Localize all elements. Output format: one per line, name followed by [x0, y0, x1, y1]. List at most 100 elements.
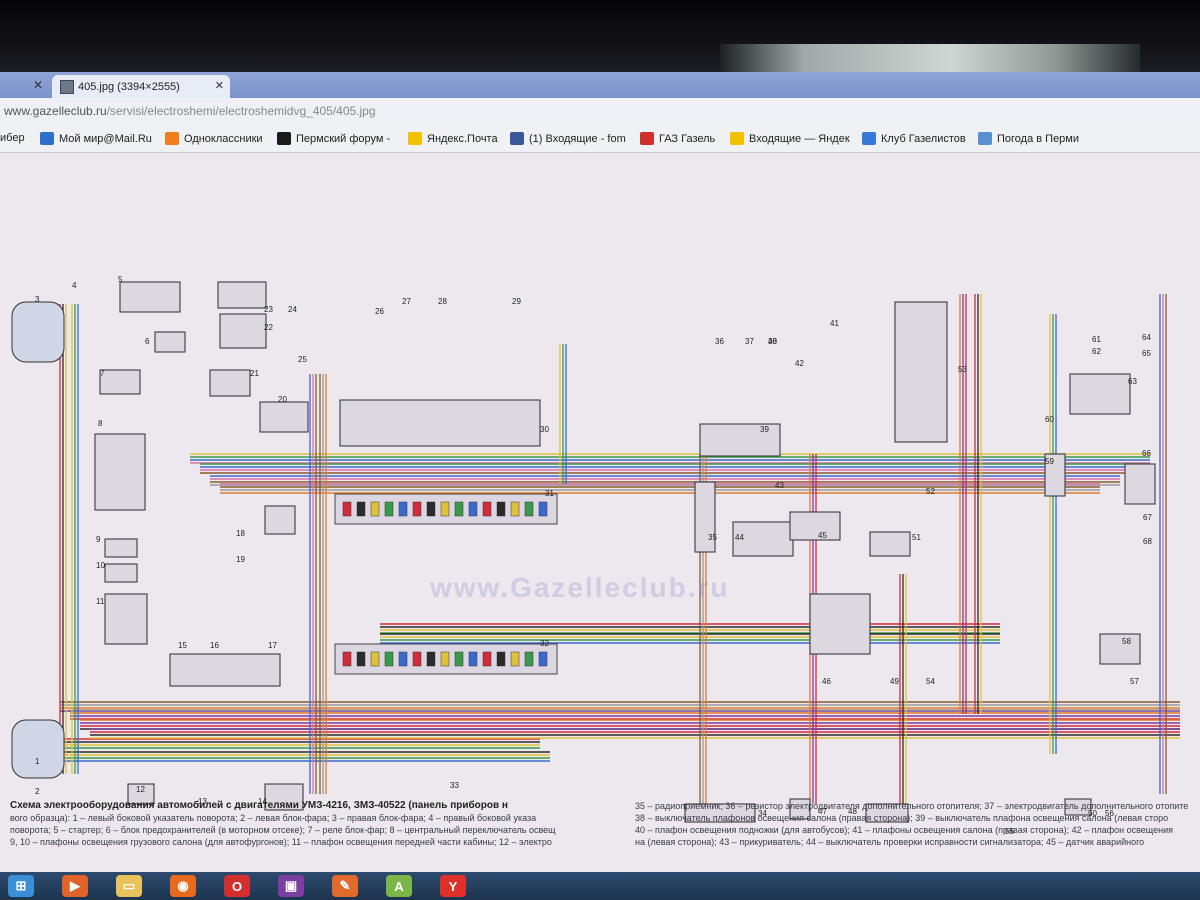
fuse	[538, 501, 548, 517]
component-number-label: 19	[236, 555, 245, 564]
component-number-label: 28	[438, 297, 447, 306]
component-number-label: 53	[958, 365, 967, 374]
paint-icon[interactable]: ✎	[332, 875, 358, 897]
component-number-label: 2	[35, 787, 40, 796]
yandex-mail-icon	[730, 132, 744, 145]
url-path: /servisi/electroshemi/electroshemidvg_40…	[106, 104, 376, 118]
component-number-label: 9	[96, 535, 101, 544]
fuse	[496, 501, 506, 517]
android-glyph: A	[394, 878, 404, 894]
bookmark-item[interactable]: Мой мир@Mail.Ru	[40, 132, 152, 145]
component-number-label: 6	[145, 337, 150, 346]
bookmark-item[interactable]: Одноклассники	[165, 132, 263, 145]
sensor	[789, 511, 841, 541]
component-number-label: 67	[1143, 513, 1152, 522]
component-number-label: 46	[822, 677, 831, 686]
gaz-gazelle-icon	[640, 132, 654, 145]
component-number-label: 31	[545, 489, 554, 498]
bookmark-item[interactable]: Клуб Газелистов	[862, 132, 966, 145]
component-number-label: 52	[926, 487, 935, 496]
fuse	[524, 501, 534, 517]
component-number-label: 60	[1045, 415, 1054, 424]
bookmark-label: Яндекс.Почта	[427, 132, 498, 145]
headlamp-left	[11, 719, 65, 779]
component-number-label: 49	[890, 677, 899, 686]
bookmark-item[interactable]: ГАЗ Газель	[640, 132, 715, 145]
component-number-label: 7	[100, 369, 105, 378]
taskbar: ⊞ ▶ ▭ ◉ O ▣ ✎ A Y	[0, 872, 1200, 900]
connector	[1124, 463, 1156, 505]
fuse	[440, 651, 450, 667]
bookmark-item[interactable]: Пермский форум -	[277, 132, 390, 145]
bookmark-label: Входящие — Яндек	[749, 132, 850, 145]
close-icon[interactable]: ✕	[215, 79, 224, 92]
bookmark-item[interactable]: Погода в Перми	[978, 132, 1079, 145]
odnoklassniki-icon	[165, 132, 179, 145]
component-number-label: 15	[178, 641, 187, 650]
firefox-glyph: ◉	[177, 878, 189, 893]
fuse	[510, 651, 520, 667]
component-number-label: 51	[912, 533, 921, 542]
media-player-icon[interactable]: ▶	[62, 875, 88, 897]
instrument-cluster	[339, 399, 541, 447]
caption-line: 40 – плафон освещения подножки (для авто…	[635, 825, 1173, 835]
component-number-label: 68	[1143, 537, 1152, 546]
opera-icon[interactable]: O	[224, 875, 250, 897]
start-orb-icon[interactable]: ⊞	[8, 875, 34, 897]
component-number-label: 58	[1122, 637, 1131, 646]
app-glyph: ▣	[284, 878, 298, 893]
bookmark-item[interactable]: Входящие — Яндек	[730, 132, 850, 145]
component-number-label: 42	[795, 359, 804, 368]
component-number-label: 18	[236, 529, 245, 538]
fuse	[398, 501, 408, 517]
address-bar[interactable]: www.gazelleclub.ru/servisi/electroshemi/…	[0, 98, 1200, 127]
club-icon	[862, 132, 876, 145]
control-unit	[809, 593, 871, 655]
tab-image[interactable]: 405.jpg (3394×2555) ✕	[52, 75, 230, 98]
component-number-label: 57	[1130, 677, 1139, 686]
yandex-browser-glyph: Y	[448, 878, 458, 894]
mail-ru-icon	[40, 132, 54, 145]
central-switch	[94, 433, 146, 511]
caption-line: 35 – радиоприемник; 36 – резистор электр…	[635, 801, 1189, 811]
bookmarks-bar: ибер Мой мир@Mail.Ru Одноклассники Пермс…	[0, 126, 1200, 153]
component-number-label: 59	[1045, 457, 1054, 466]
component-number-label: 43	[775, 481, 784, 490]
yandex-browser-icon[interactable]: Y	[440, 875, 466, 897]
firefox-icon[interactable]: ◉	[170, 875, 196, 897]
starter	[119, 281, 181, 313]
paint-glyph: ✎	[339, 878, 351, 893]
component-number-label: 41	[830, 319, 839, 328]
diagram-caption: Схема электрооборудования автомобилей с …	[10, 800, 1190, 848]
component-number-label: 24	[288, 305, 297, 314]
fuse	[510, 501, 520, 517]
fuse	[440, 501, 450, 517]
app-icon[interactable]: ▣	[278, 875, 304, 897]
opera-glyph: O	[231, 878, 243, 894]
component-number-label: 33	[450, 781, 459, 790]
bookmark-item[interactable]: Яндекс.Почта	[408, 132, 498, 145]
component-number-label: 37	[745, 337, 754, 346]
component-number-label: 39	[760, 425, 769, 434]
file-explorer-icon[interactable]: ▭	[116, 875, 142, 897]
bookmark-item[interactable]: (1) Входящие - fom	[510, 132, 626, 145]
relay	[217, 281, 267, 309]
component-number-label: 36	[715, 337, 724, 346]
component-number-label: 32	[540, 639, 549, 648]
lamp	[104, 538, 138, 558]
lamp	[104, 593, 148, 645]
android-icon[interactable]: A	[386, 875, 412, 897]
close-icon[interactable]: ✕	[33, 78, 43, 92]
tab-bar: ✕ 405.jpg (3394×2555) ✕	[0, 72, 1200, 98]
image-viewer[interactable]: 1 2 3 4 5 6 7 8 9 10 11 12 13 14 15 16 17 18 19 20 21 22 23 24 2…	[0, 154, 1200, 872]
component-number-label: 45	[818, 531, 827, 540]
fuse-panel	[169, 653, 281, 687]
component-number-label: 54	[926, 677, 935, 686]
ignition-switch	[259, 401, 309, 433]
url-text[interactable]: www.gazelleclub.ru/servisi/electroshemi/…	[4, 104, 376, 118]
fuse	[384, 501, 394, 517]
bookmark-item[interactable]: ибер	[0, 132, 25, 144]
fuse	[468, 651, 478, 667]
component-number-label: 20	[278, 395, 287, 404]
fuse	[454, 651, 464, 667]
